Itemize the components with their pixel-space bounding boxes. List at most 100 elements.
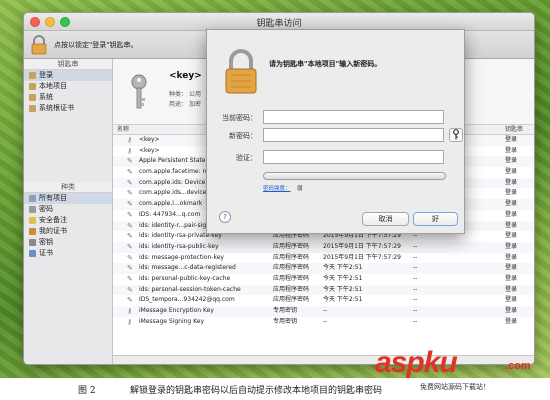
current-password-field[interactable] (263, 110, 444, 124)
row-keychain: 登录 (505, 296, 518, 304)
table-row[interactable]: ⚷ iMessage Encryption Key 专用密钥 -- -- 登录 (113, 306, 534, 317)
row-date: 今天 下午2:51 (323, 296, 363, 304)
password-strength-value: 弱 (297, 186, 303, 192)
password-strength-meter (263, 172, 446, 180)
sidebar-item-label: 安全备注 (39, 216, 67, 224)
table-row[interactable]: ✎ IDS_tempora...934242@qq.com 应用程序密码 今天 下午2… (113, 295, 534, 306)
row-expires: -- (413, 285, 418, 293)
table-row[interactable]: ✎ ids: message...c-data-registered 应用程序密码今… (113, 263, 534, 274)
row-keychain: 登录 (505, 307, 518, 314)
password-icon: ✎ (127, 189, 133, 198)
password-assistant-button[interactable] (449, 128, 463, 142)
secure-note-icon (29, 217, 36, 224)
figure-number: 图 2 (78, 386, 96, 396)
sidebar-item-certs[interactable]: 证书 (24, 248, 112, 259)
sidebar-item-label: 系统 (39, 93, 53, 101)
change-password-sheet: 请为钥匙串"本地项目"输入新密码。 当前密码： 新密码： 验证： 密码强度： 弱… (206, 29, 465, 234)
dialog-prompt: 请为钥匙串"本地项目"输入新密码。 (269, 60, 382, 68)
sidebar-item-all-items[interactable]: 所有项目 (24, 193, 112, 204)
row-keychain: 登录 (505, 210, 518, 218)
table-row[interactable]: ✎ ids: message-protection-key 应用程序密码 2015年9… (113, 253, 534, 264)
current-password-label: 当前密码： (222, 114, 257, 122)
row-keychain: 登录 (505, 264, 518, 272)
keychain-login-icon (29, 72, 36, 79)
sidebar: 钥匙串 登录 本地项目 系统 系统根证书 种类 所有项目 密码 安全备注 我的证… (24, 59, 113, 364)
key-icon: ⚷ (127, 136, 133, 144)
row-keychain: 登录 (505, 221, 518, 229)
figure-caption: 解锁登录的钥匙串密码以后自动提示修改本地项目的钥匙串密码 (130, 386, 383, 396)
table-row[interactable]: ✎ ids: identity-rsa-public-key 应用程序密码 2015年… (113, 241, 534, 253)
row-date: 今天 下午2:51 (323, 274, 363, 282)
status-footer (113, 355, 534, 364)
row-expires: -- (413, 307, 418, 314)
keychain-system-icon (29, 94, 36, 101)
password-icon: ✎ (127, 285, 133, 294)
password-icon: ✎ (127, 296, 133, 305)
sidebar-item-keys[interactable]: 密钥 (24, 237, 112, 248)
sidebar-item-label: 本地项目 (39, 82, 67, 90)
verify-password-label: 验证： (236, 154, 257, 162)
lock-icon[interactable] (30, 35, 48, 55)
sidebar-item-label: 密码 (39, 205, 53, 213)
row-expires: -- (413, 242, 418, 250)
item-kind-label: 种类： (169, 91, 188, 98)
row-keychain: 登录 (505, 253, 518, 261)
sidebar-item-secure-notes[interactable]: 安全备注 (24, 215, 112, 226)
key-icon: ⚷ (127, 146, 133, 155)
sidebar-item-my-certs[interactable]: 我的证书 (24, 226, 112, 237)
sidebar-item-label: 证书 (39, 249, 53, 257)
sidebar-item-label: 系统根证书 (39, 104, 74, 112)
sidebar-item-label: 密钥 (39, 238, 53, 246)
row-keychain: 登录 (505, 274, 518, 282)
sidebar-item-passwords[interactable]: 密码 (24, 204, 112, 215)
sidebar-item-label: 登录 (39, 71, 53, 79)
row-keychain: 登录 (505, 242, 518, 250)
help-button[interactable]: ? (219, 211, 231, 223)
row-keychain: 登录 (505, 157, 518, 165)
watermark-tagline: 免费网站源码下载站！ (420, 382, 490, 392)
keychains-header: 钥匙串 (24, 59, 112, 70)
password-strength-label[interactable]: 密码强度： (263, 184, 291, 192)
password-icon: ✎ (127, 157, 133, 166)
table-row[interactable]: ✎ ids: personal-public-key-cache 应用程序密码 今天 … (113, 274, 534, 285)
sidebar-item-login[interactable]: 登录 (24, 70, 112, 81)
row-keychain: 登录 (505, 178, 518, 186)
all-items-icon (29, 195, 36, 202)
new-password-field[interactable] (263, 128, 444, 142)
row-keychain: 登录 (505, 136, 518, 143)
table-row[interactable]: ✎ ids: personal-session-token-cache 应用程序密码… (113, 284, 534, 296)
row-expires: -- (413, 317, 418, 325)
sidebar-item-system[interactable]: 系统 (24, 92, 112, 103)
row-expires: -- (413, 264, 418, 272)
row-date: 2015年9月1日 下午7:57:29 (323, 242, 401, 250)
screenshot-stage: 钥匙串访问 点按以锁定"登录"钥匙串。 钥匙串 登录 本地项目 系统 系统根证书… (0, 0, 550, 400)
lock-hint: 点按以锁定"登录"钥匙串。 (54, 41, 138, 49)
row-date: -- (323, 317, 328, 325)
row-keychain: 登录 (505, 200, 518, 208)
keychain-local-icon (29, 83, 36, 90)
key-icon (131, 74, 147, 109)
row-keychain: 登录 (505, 146, 518, 154)
password-icon: ✎ (127, 264, 133, 273)
key-icon: ⚷ (127, 317, 133, 326)
password-icon: ✎ (127, 221, 133, 230)
table-row[interactable]: ⚷ iMessage Signing Key 专用密钥 -- -- 登录 (113, 317, 534, 328)
column-header-keychain[interactable]: 钥匙串 (505, 125, 523, 135)
row-keychain: 登录 (505, 285, 518, 293)
row-date: 今天 下午2:51 (323, 285, 363, 293)
ok-button[interactable]: 好 (413, 212, 458, 226)
row-keychain: 登录 (505, 189, 518, 197)
item-name: <key> (169, 71, 202, 81)
row-keychain: 登录 (505, 168, 518, 176)
sidebar-item-system-roots[interactable]: 系统根证书 (24, 103, 112, 114)
sidebar-item-local[interactable]: 本地项目 (24, 81, 112, 92)
lock-icon (225, 49, 257, 94)
cancel-button[interactable]: 取消 (362, 212, 409, 226)
password-icon: ✎ (127, 253, 133, 262)
row-date: -- (323, 307, 328, 314)
verify-password-field[interactable] (263, 150, 444, 164)
column-header-name[interactable]: 名称 (117, 125, 129, 135)
password-icon: ✎ (127, 232, 133, 241)
item-kind-value: 公用 (188, 91, 201, 98)
